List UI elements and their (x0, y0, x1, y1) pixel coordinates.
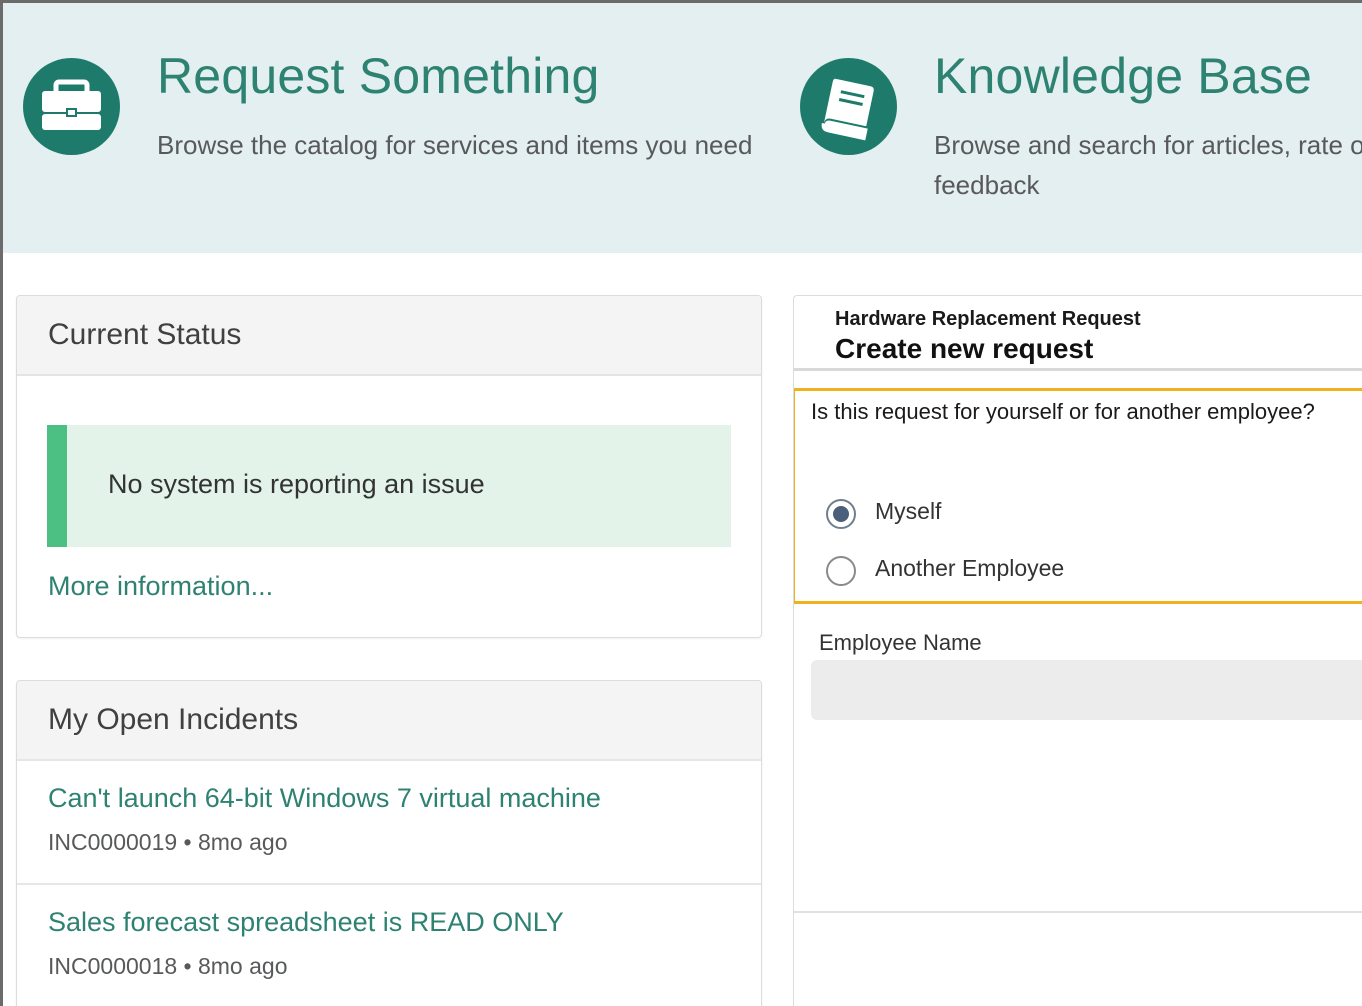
form-header-divider (794, 368, 1362, 371)
requester-question-group: Is this request for yourself or for anot… (794, 388, 1362, 604)
form-subtitle: Hardware Replacement Request (835, 308, 1141, 330)
knowledge-base-title[interactable]: Knowledge Base (934, 47, 1312, 105)
radio-label-myself[interactable]: Myself (875, 498, 941, 525)
requester-question: Is this request for yourself or for anot… (811, 399, 1315, 424)
current-status-panel: Current Status No system is reporting an… (16, 295, 762, 638)
radio-label-another-employee[interactable]: Another Employee (875, 555, 1064, 582)
radio-button-myself[interactable] (826, 499, 856, 529)
more-information-link[interactable]: More information... (48, 571, 273, 602)
employee-name-label: Employee Name (819, 630, 982, 655)
service-portal-page: Request Something Browse the catalog for… (0, 0, 1362, 1006)
current-status-title: Current Status (48, 318, 242, 351)
open-incidents-header: My Open Incidents (17, 681, 761, 761)
open-incidents-panel: My Open Incidents Can't launch 64-bit Wi… (16, 680, 762, 1006)
request-something-title[interactable]: Request Something (157, 47, 600, 105)
status-message-box: No system is reporting an issue (47, 425, 731, 547)
incident-list-item[interactable]: Sales forecast spreadsheet is READ ONLY … (17, 883, 761, 1006)
radio-button-another-employee[interactable] (826, 556, 856, 586)
knowledge-base-description-line2: feedback (934, 170, 1040, 200)
incident-meta: INC0000019 • 8mo ago (48, 829, 288, 855)
incident-title[interactable]: Sales forecast spreadsheet is READ ONLY (48, 907, 564, 938)
form-footer-divider (794, 911, 1362, 913)
hero-banner: Request Something Browse the catalog for… (3, 3, 1362, 253)
employee-name-input[interactable] (811, 660, 1362, 720)
briefcase-icon[interactable] (23, 58, 120, 155)
incident-meta: INC0000018 • 8mo ago (48, 953, 288, 979)
status-message: No system is reporting an issue (108, 469, 485, 499)
form-title: Create new request (835, 333, 1094, 364)
current-status-header: Current Status (17, 296, 761, 376)
incident-title[interactable]: Can't launch 64-bit Windows 7 virtual ma… (48, 783, 601, 814)
status-ok-indicator (47, 425, 67, 547)
hardware-request-form: Hardware Replacement Request Create new … (793, 295, 1362, 1006)
book-icon[interactable] (800, 58, 897, 155)
radio-selected-dot (833, 506, 849, 522)
request-something-description: Browse the catalog for services and item… (157, 130, 753, 160)
incident-list-item[interactable]: Can't launch 64-bit Windows 7 virtual ma… (17, 759, 761, 883)
knowledge-base-description: Browse and search for articles, rate or … (934, 130, 1362, 160)
open-incidents-title: My Open Incidents (48, 703, 299, 736)
